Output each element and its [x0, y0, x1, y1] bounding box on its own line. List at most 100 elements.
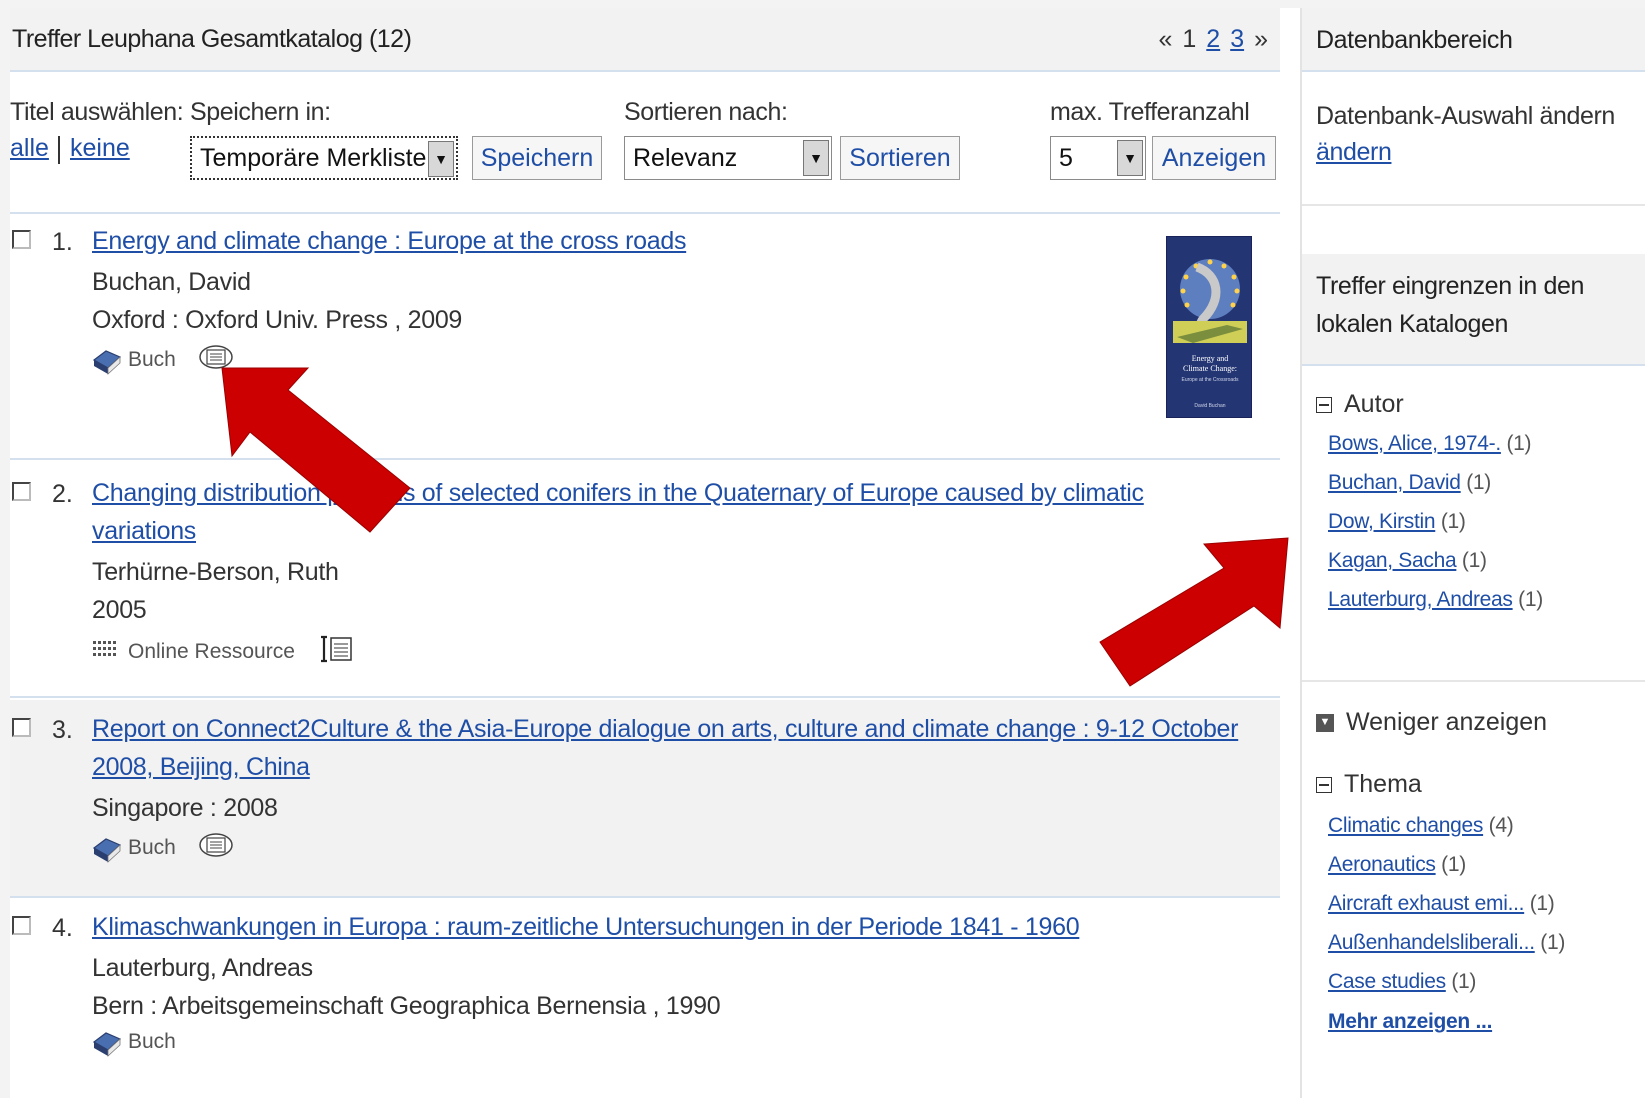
facet-link[interactable]: Climatic changes	[1328, 814, 1483, 837]
author-facet-item: Bows, Alice, 1974-. (1)	[1328, 432, 1532, 456]
facet-link[interactable]: Lauterburg, Andreas	[1328, 588, 1513, 611]
author-facet-toggle[interactable]: Autor	[1316, 390, 1404, 419]
database-section-header: Datenbankbereich	[1302, 8, 1645, 72]
result-title-link[interactable]: Energy and climate change : Europe at th…	[92, 222, 686, 260]
result-checkbox[interactable]	[12, 916, 31, 935]
facet-link[interactable]: Außenhandelsliberali...	[1328, 931, 1535, 954]
pager-prev[interactable]: «	[1158, 25, 1172, 54]
author-facet-item: Kagan, Sacha (1)	[1328, 549, 1487, 573]
book-icon	[92, 348, 122, 375]
result-separator	[10, 458, 1280, 460]
topic-facet-toggle[interactable]: Thema	[1316, 770, 1422, 799]
pager-page-2[interactable]: 2	[1206, 25, 1220, 54]
facet-link[interactable]: Case studies	[1328, 970, 1446, 993]
narrow-header-line-2: lokalen Katalogen	[1316, 310, 1508, 338]
facet-link[interactable]: Aircraft exhaust emi...	[1328, 892, 1524, 915]
result-checkbox[interactable]	[12, 718, 31, 737]
show-more-link[interactable]: Mehr anzeigen ...	[1328, 1010, 1492, 1033]
facet-count: (1)	[1461, 549, 1487, 572]
collapse-icon	[1316, 776, 1332, 793]
cover-text-4: David Buchan	[1194, 403, 1225, 409]
facet-link[interactable]: Buchan, David	[1328, 471, 1461, 494]
pager-page-3[interactable]: 3	[1230, 25, 1244, 54]
result-title-link[interactable]: Klimaschwankungen in Europa : raum-zeitl…	[92, 908, 1080, 946]
details-icon[interactable]	[198, 832, 234, 864]
chevron-down-icon: ▼	[1117, 140, 1143, 176]
facet-count: (1)	[1441, 853, 1466, 876]
online-resource-icon	[92, 639, 120, 665]
database-change-link[interactable]: ändern	[1316, 138, 1392, 166]
select-all-link[interactable]: alle	[10, 134, 49, 163]
facet-link[interactable]: Dow, Kirstin	[1328, 510, 1436, 533]
cover-text-1: Energy and	[1192, 354, 1229, 363]
results-header: Treffer Leuphana Gesamtkatalog (12) « 1 …	[10, 8, 1280, 72]
result-author: Lauterburg, Andreas	[92, 954, 313, 982]
result-media: Buch	[92, 344, 234, 376]
result-title-link[interactable]: Report on Connect2Culture & the Asia-Eur…	[92, 710, 1239, 748]
save-in-label: Speichern in:	[190, 98, 331, 126]
results-title: Treffer Leuphana Gesamtkatalog (12)	[12, 24, 412, 53]
max-results-select[interactable]: 5 ▼	[1050, 136, 1146, 180]
save-button[interactable]: Speichern	[472, 136, 602, 180]
facet-divider	[1302, 680, 1645, 682]
result-item: 2. Changing distribution patterns of sel…	[10, 462, 1280, 698]
result-number: 4.	[52, 914, 73, 942]
result-author: Buchan, David	[92, 268, 251, 296]
result-number: 2.	[52, 480, 73, 508]
select-titles-label: Titel auswählen:	[10, 98, 184, 126]
result-item: 4. Klimaschwankungen in Europa : raum-ze…	[10, 900, 1280, 1098]
facet-count: (4)	[1488, 814, 1514, 837]
chevron-down-icon: ▼	[803, 140, 829, 176]
book-cover-image[interactable]: Energy and Climate Change: Europe at the…	[1166, 236, 1252, 418]
result-publisher: Singapore : 2008	[92, 794, 278, 822]
sort-label: Sortieren nach:	[624, 98, 788, 126]
sort-select[interactable]: Relevanz ▼	[624, 136, 832, 180]
database-section: Datenbank-Auswahl ändern ändern	[1302, 72, 1645, 206]
facet-link[interactable]: Bows, Alice, 1974-.	[1328, 432, 1501, 455]
annotation-arrow-right	[1099, 537, 1289, 687]
result-publisher: Bern : Arbeitsgemeinschaft Geographica B…	[92, 992, 721, 1020]
facet-count: (1)	[1466, 471, 1491, 494]
facet-link[interactable]: Kagan, Sacha	[1328, 549, 1457, 572]
pager: « 1 2 3 »	[1158, 25, 1268, 54]
facet-count: (1)	[1518, 588, 1543, 611]
result-checkbox[interactable]	[12, 482, 31, 501]
pager-current: 1	[1182, 24, 1197, 53]
facet-count: (1)	[1540, 931, 1566, 954]
result-title-link-cont[interactable]: variations	[92, 512, 196, 550]
result-item: 1. Energy and climate change : Europe at…	[10, 216, 1280, 460]
result-author: Terhürne-Berson, Ruth	[92, 558, 339, 586]
result-media: Online Ressource	[92, 634, 357, 670]
narrow-results-header: Treffer eingrenzen in den lokalen Katalo…	[1302, 254, 1645, 366]
save-in-select[interactable]: Temporäre Merkliste ▼	[190, 136, 458, 180]
narrow-header-line-1: Treffer eingrenzen in den	[1316, 272, 1584, 300]
topic-facet-title: Thema	[1344, 770, 1422, 798]
media-type-label: Buch	[128, 836, 176, 859]
sort-button[interactable]: Sortieren	[840, 136, 960, 180]
link-divider	[58, 136, 60, 164]
annotation-arrow-left	[221, 367, 411, 533]
facet-count: (1)	[1506, 432, 1532, 455]
result-title-link-cont[interactable]: 2008, Beijing, China	[92, 748, 310, 786]
result-checkbox[interactable]	[12, 230, 31, 249]
sort-value: Relevanz	[633, 143, 738, 172]
facet-count: (1)	[1440, 510, 1466, 533]
show-less-toggle[interactable]: ▼ Weniger anzeigen	[1316, 708, 1547, 737]
result-number: 1.	[52, 228, 73, 256]
show-button[interactable]: Anzeigen	[1152, 136, 1276, 180]
text-cursor-details-icon[interactable]	[317, 634, 357, 670]
topic-facet-item: Außenhandelsliberali... (1)	[1328, 931, 1565, 955]
topic-facet-more: Mehr anzeigen ...	[1328, 1010, 1492, 1034]
cover-text-3: Europe at the Crossroads	[1182, 377, 1239, 383]
result-publisher: 2005	[92, 596, 147, 624]
save-in-value: Temporäre Merkliste	[200, 143, 427, 172]
facet-link[interactable]: Aeronautics	[1328, 853, 1436, 876]
pager-next[interactable]: »	[1254, 25, 1268, 54]
facet-count: (1)	[1529, 892, 1555, 915]
topic-facet-item: Climatic changes (4)	[1328, 814, 1514, 838]
result-publisher: Oxford : Oxford Univ. Press , 2009	[92, 306, 463, 334]
author-facet-item: Lauterburg, Andreas (1)	[1328, 588, 1543, 612]
select-none-link[interactable]: keine	[70, 134, 130, 163]
topic-facet-item: Aircraft exhaust emi... (1)	[1328, 892, 1555, 916]
cover-text-2: Climate Change:	[1183, 364, 1237, 373]
